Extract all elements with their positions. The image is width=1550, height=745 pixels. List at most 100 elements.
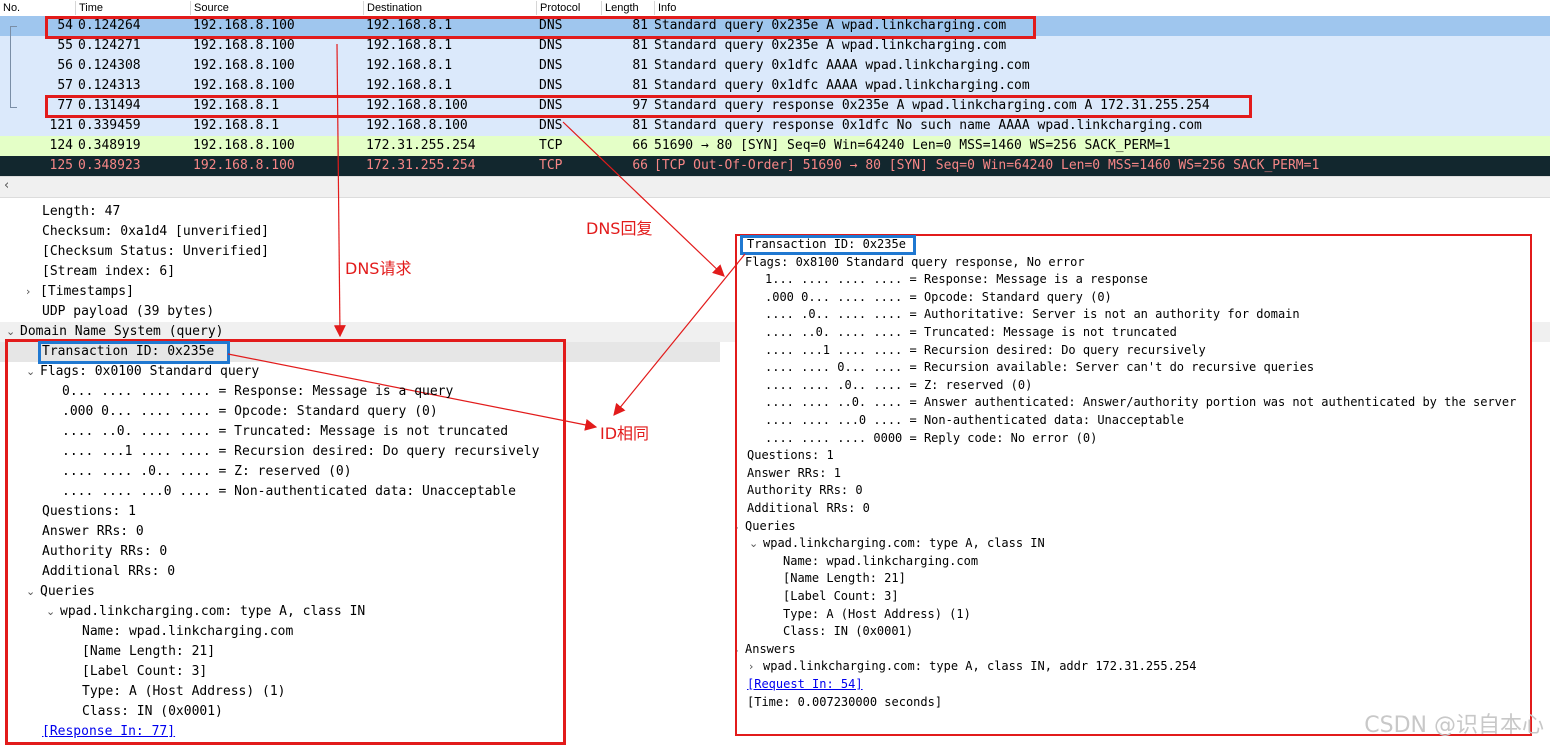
collapse-chevron-icon[interactable]: ⌄: [749, 535, 763, 553]
col-protocol-header[interactable]: Protocol: [536, 1, 602, 15]
detail-line[interactable]: Transaction ID: 0x235e: [747, 236, 906, 254]
detail-line[interactable]: Checksum: 0xa1d4 [unverified]: [42, 222, 269, 242]
horizontal-scrollbar[interactable]: ‹: [0, 176, 1550, 198]
detail-line[interactable]: .... ..0. .... .... = Truncated: Message…: [765, 324, 1177, 342]
detail-line[interactable]: [Name Length: 21]: [783, 570, 906, 588]
collapse-chevron-icon[interactable]: ⌄: [737, 641, 745, 659]
detail-line[interactable]: Type: A (Host Address) (1): [82, 682, 286, 702]
detail-text: Name: wpad.linkcharging.com: [783, 553, 979, 568]
detail-line[interactable]: .000 0... .... .... = Opcode: Standard q…: [62, 402, 438, 422]
detail-line[interactable]: ⌄ Domain Name System (query): [6, 322, 224, 342]
detail-line[interactable]: Type: A (Host Address) (1): [783, 606, 971, 624]
frame-link[interactable]: [Request In: 54]: [747, 676, 863, 694]
packet-destination: 192.168.8.100: [366, 118, 468, 133]
packet-row[interactable]: 54 0.124264 192.168.8.100 192.168.8.1 DNS 81 S…: [0, 16, 1550, 36]
detail-line[interactable]: .... ...1 .... .... = Recursion desired:…: [62, 442, 539, 462]
col-destination-header[interactable]: Destination: [363, 1, 537, 15]
detail-line[interactable]: [Label Count: 3]: [783, 588, 899, 606]
detail-line[interactable]: .... .... .0.. .... = Z: reserved (0): [765, 377, 1032, 395]
detail-line[interactable]: .... .... ...0 .... = Non-authenticated …: [765, 412, 1184, 430]
packet-row[interactable]: 56 0.124308 192.168.8.100 192.168.8.1 DNS 81 S…: [0, 56, 1550, 76]
collapse-chevron-icon[interactable]: ⌄: [737, 518, 745, 536]
watermark: CSDN @识自本心: [1364, 713, 1544, 738]
detail-line[interactable]: Questions: 1: [747, 447, 834, 465]
detail-line[interactable]: Authority RRs: 0: [42, 542, 167, 562]
detail-line[interactable]: Transaction ID: 0x235e: [42, 342, 214, 362]
detail-line[interactable]: Name: wpad.linkcharging.com: [82, 622, 293, 642]
collapse-chevron-icon[interactable]: ⌄: [26, 362, 40, 382]
collapse-chevron-icon[interactable]: ⌄: [6, 322, 20, 342]
detail-line[interactable]: .... .0.. .... .... = Authoritative: Ser…: [765, 306, 1300, 324]
packet-row[interactable]: 77 0.131494 192.168.8.1 192.168.8.100 DNS 97 S…: [0, 96, 1550, 116]
detail-line[interactable]: .... .... ..0. .... = Answer authenticat…: [765, 394, 1516, 412]
packet-row[interactable]: 121 0.339459 192.168.8.1 192.168.8.100 DNS 81…: [0, 116, 1550, 136]
packet-source: 192.168.8.100: [193, 38, 295, 53]
detail-line[interactable]: .000 0... .... .... = Opcode: Standard q…: [765, 289, 1112, 307]
detail-line[interactable]: .... ..0. .... .... = Truncated: Message…: [62, 422, 508, 442]
col-info-header[interactable]: Info: [654, 1, 1538, 15]
col-time-header[interactable]: Time: [75, 1, 191, 15]
detail-line[interactable]: UDP payload (39 bytes): [42, 302, 214, 322]
detail-line[interactable]: Class: IN (0x0001): [783, 623, 913, 641]
packet-source: 192.168.8.100: [193, 58, 295, 73]
detail-text: Name: wpad.linkcharging.com: [82, 624, 294, 639]
detail-line[interactable]: ⌄ wpad.linkcharging.com: type A, class IN: [749, 535, 1045, 553]
detail-line[interactable]: ⌄ Flags: 0x0100 Standard query: [26, 362, 259, 382]
scroll-left-icon[interactable]: ‹: [4, 178, 9, 193]
packet-destination: 192.168.8.1: [366, 78, 453, 93]
detail-line[interactable]: [Label Count: 3]: [82, 662, 207, 682]
detail-line[interactable]: ⌄Flags: 0x8100 Standard query response, …: [737, 254, 1085, 272]
detail-line[interactable]: Answer RRs: 0: [42, 522, 144, 542]
collapse-chevron-icon[interactable]: ⌄: [737, 254, 745, 272]
detail-text: .000 0... .... .... = Opcode: Standard q…: [62, 404, 438, 419]
detail-line[interactable]: Length: 47: [42, 202, 120, 222]
detail-line[interactable]: ⌄Answers: [737, 641, 796, 659]
detail-line[interactable]: .... ...1 .... .... = Recursion desired:…: [765, 342, 1206, 360]
detail-line[interactable]: Additional RRs: 0: [747, 500, 870, 518]
detail-line[interactable]: .... .... ...0 .... = Non-authenticated …: [62, 482, 516, 502]
id-same-annotation: ID相同: [600, 424, 650, 443]
col-no-header[interactable]: No.: [0, 1, 77, 15]
detail-line[interactable]: Additional RRs: 0: [42, 562, 175, 582]
collapse-chevron-icon[interactable]: ⌄: [26, 582, 40, 602]
detail-line[interactable]: ⌄Queries: [26, 582, 95, 602]
detail-line[interactable]: Class: IN (0x0001): [82, 702, 223, 722]
packet-row[interactable]: 124 0.348919 192.168.8.100 172.31.255.254 TC…: [0, 136, 1550, 156]
packet-destination: 192.168.8.1: [366, 38, 453, 53]
detail-line[interactable]: Authority RRs: 0: [747, 482, 863, 500]
packet-source: 192.168.8.1: [193, 98, 280, 113]
detail-text: .000 0... .... .... = Opcode: Standard q…: [765, 289, 1112, 304]
detail-line[interactable]: Name: wpad.linkcharging.com: [783, 553, 978, 571]
col-length-header[interactable]: Length: [601, 1, 655, 15]
packet-row[interactable]: 125 0.348923 192.168.8.100 172.31.255.254 TC…: [0, 156, 1550, 176]
detail-line[interactable]: › wpad.linkcharging.com: type A, class IN…: [749, 658, 1196, 676]
detail-line[interactable]: 1... .... .... .... = Response: Message …: [765, 271, 1148, 289]
detail-line[interactable]: .... .... .... 0000 = Reply code: No err…: [765, 430, 1097, 448]
packet-row[interactable]: 55 0.124271 192.168.8.100 192.168.8.1 DNS 81 S…: [0, 36, 1550, 56]
packet-info: Standard query response 0x235e A wpad.li…: [654, 98, 1210, 113]
detail-line[interactable]: [Name Length: 21]: [82, 642, 215, 662]
detail-line[interactable]: [Time: 0.007230000 seconds]: [747, 694, 942, 712]
detail-line[interactable]: ⌄ wpad.linkcharging.com: type A, class IN: [46, 602, 365, 622]
packet-time: 0.339459: [78, 118, 141, 133]
detail-text: Length: 47: [42, 204, 121, 219]
detail-line[interactable]: Answer RRs: 1: [747, 465, 841, 483]
expand-chevron-icon[interactable]: ›: [749, 658, 763, 676]
expand-chevron-icon[interactable]: ›: [26, 282, 40, 302]
detail-line[interactable]: › [Timestamps]: [26, 282, 134, 302]
frame-link[interactable]: [Response In: 77]: [42, 722, 175, 742]
detail-line[interactable]: .... .... .0.. .... = Z: reserved (0): [62, 462, 352, 482]
detail-line[interactable]: 0... .... .... .... = Response: Message …: [62, 382, 453, 402]
detail-line[interactable]: [Stream index: 6]: [42, 262, 175, 282]
packet-row[interactable]: 57 0.124313 192.168.8.100 192.168.8.1 DNS 81 S…: [0, 76, 1550, 96]
packet-info: 51690 → 80 [SYN] Seq=0 Win=64240 Len=0 M…: [654, 138, 1171, 153]
detail-line[interactable]: [Checksum Status: Unverified]: [42, 242, 269, 262]
detail-text: Additional RRs: 0: [747, 501, 870, 515]
detail-line[interactable]: ⌄Queries: [737, 518, 796, 536]
col-source-header[interactable]: Source: [190, 1, 364, 15]
detail-line[interactable]: .... .... 0... .... = Recursion availabl…: [765, 359, 1314, 377]
detail-text: Transaction ID: 0x235e: [747, 237, 906, 251]
detail-text: [Timestamps]: [40, 284, 134, 299]
detail-line[interactable]: Questions: 1: [42, 502, 136, 522]
collapse-chevron-icon[interactable]: ⌄: [46, 602, 60, 622]
